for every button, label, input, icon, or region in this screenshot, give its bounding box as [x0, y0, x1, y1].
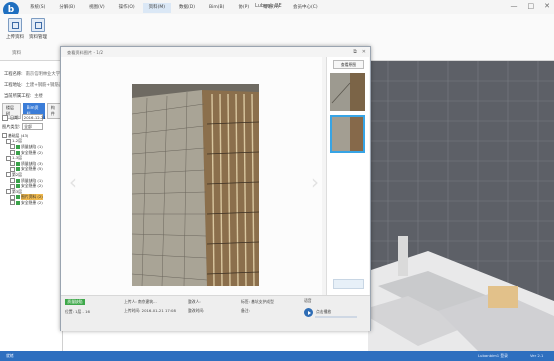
- status-bar: 就绪 Lubanbim1 登录 Ver 2.1: [0, 351, 554, 361]
- project-name-row: 工程名称: 南京信明林业大学综合: [4, 71, 69, 77]
- thumbnail-2-selected[interactable]: [330, 115, 365, 153]
- upload-doc-icon: [8, 18, 22, 32]
- maximize-icon[interactable]: □: [528, 2, 535, 10]
- project-name-key: 工程名称:: [4, 72, 23, 77]
- tree-node[interactable]: 安全隐患 (2): [2, 200, 43, 206]
- dialog-title: 查看资料图片 - 1/2: [67, 50, 104, 55]
- tree-checkbox[interactable]: [10, 161, 15, 167]
- tree-node-label: 安全隐患 (2): [21, 183, 43, 189]
- tree-checkbox[interactable]: [6, 155, 11, 161]
- label-field-text: 标签: 基坑支护成型: [241, 299, 274, 304]
- upload-doc-label: 上传资料: [6, 35, 24, 40]
- ribbon-group-label: 资料: [12, 51, 21, 56]
- date-filter-row: 日期: 2016-12-21: [2, 114, 46, 121]
- menu-item[interactable]: 系统(S): [24, 3, 51, 13]
- tree-node-label: 安全隐患 (2): [21, 149, 43, 155]
- tree-checkbox[interactable]: [2, 133, 7, 139]
- type-filter-row: 图片类型: 全部: [2, 123, 44, 130]
- date-filter-label: 日期:: [10, 114, 20, 120]
- status-left-text: 就绪: [6, 353, 14, 358]
- date-filter-input[interactable]: 2016-12-21: [21, 114, 46, 121]
- dialog-controls: ⧉ ✕: [353, 49, 366, 55]
- tree-checkbox[interactable]: [6, 172, 11, 178]
- menu-item[interactable]: 视图(V): [83, 3, 111, 13]
- current-project-value: 主楼: [34, 94, 43, 99]
- minimize-icon[interactable]: —: [511, 2, 518, 10]
- photo-area: ‹ ›: [61, 57, 322, 295]
- uploader-text: 上传人: 南京建筑...: [124, 299, 157, 304]
- remark-field-text: 备注:: [241, 308, 250, 313]
- tree-checkbox[interactable]: [10, 178, 15, 184]
- window-title: Lubanb BE: [255, 3, 282, 9]
- tree-category-icon: [16, 144, 20, 149]
- inspect-date-text: 整改时间:: [188, 308, 205, 313]
- tree-category-icon: [16, 161, 20, 166]
- menu-item[interactable]: 会员中心(C): [287, 3, 324, 13]
- menu-item[interactable]: 数据(D): [173, 3, 201, 13]
- tree-category-icon: [16, 150, 20, 155]
- doc-manage-icon: [31, 18, 45, 32]
- tree-node-label: 安全隐患 (5): [21, 166, 43, 172]
- status-version-text: Ver 2.1: [530, 353, 544, 358]
- audio-progress-bar[interactable]: [315, 316, 357, 318]
- close-icon[interactable]: ✕: [544, 2, 550, 10]
- tree-checkbox[interactable]: [6, 189, 11, 195]
- project-address-key: 工程地址:: [4, 83, 23, 88]
- type-filter-select[interactable]: 全部: [22, 123, 44, 130]
- tree-checkbox[interactable]: [10, 144, 15, 150]
- restore-icon[interactable]: ⧉: [353, 49, 357, 55]
- type-filter-label: 图片类型:: [2, 123, 21, 129]
- tree-category-icon: [16, 195, 20, 200]
- menu-item[interactable]: Bim(B): [203, 3, 230, 13]
- location-text: 位置: 1层 - 16: [65, 309, 90, 314]
- tree-checkbox[interactable]: [10, 194, 15, 200]
- upload-doc-button[interactable]: 上传资料: [4, 18, 26, 40]
- next-arrow-icon[interactable]: ›: [311, 170, 319, 194]
- prev-arrow-icon[interactable]: ‹: [69, 170, 77, 194]
- thumbnail-column: 查看原图: [326, 57, 369, 295]
- site-photo: [132, 84, 259, 286]
- play-icon[interactable]: [304, 308, 313, 317]
- model-grid-graphic: [368, 61, 554, 351]
- date-filter-checkbox[interactable]: [2, 114, 8, 121]
- menu-item[interactable]: 资料(M): [142, 3, 172, 13]
- tree-category-icon: [16, 200, 20, 205]
- menu-item[interactable]: 分解(B): [53, 3, 81, 13]
- thumbnail-1[interactable]: [330, 73, 365, 111]
- window-controls: — □ ✕: [511, 2, 551, 10]
- model-viewport[interactable]: [368, 61, 554, 351]
- dialog-close-icon[interactable]: ✕: [362, 49, 366, 55]
- status-badge: 质量缺陷: [65, 299, 85, 305]
- audio-label: 点击播放: [316, 309, 332, 314]
- title-bar: b 系统(S) 分解(B) 视图(V) 操作(O) 资料(M) 数据(D) Bim(B) 协(…: [0, 0, 554, 18]
- status-user-text: Lubanbim1 登录: [478, 353, 508, 358]
- project-address-row: 工程地址: 土建+钢筋+钢筋造量: [4, 82, 67, 88]
- upload-time-text: 上传时间: 2016-01-21 17:08: [124, 308, 176, 313]
- menu-item[interactable]: 协(P): [232, 3, 255, 13]
- audio-player: 语音 点击播放: [304, 298, 362, 325]
- inspector-text: 整改人:: [188, 299, 201, 304]
- photo-viewer-dialog: 查看资料图片 - 1/2 ⧉ ✕ ‹ › 查看原图 质量缺陷 位置: 1层 - …: [60, 46, 371, 331]
- tree-category-icon: [16, 167, 20, 172]
- tree-category-icon: [16, 178, 20, 183]
- tree-checkbox[interactable]: [10, 200, 15, 206]
- current-project-key: 当前所属工程:: [4, 94, 32, 99]
- current-project-row: 当前所属工程: 主楼: [4, 93, 43, 99]
- left-panel: 工程名称: 南京信明林业大学综合 工程地址: 土建+钢筋+钢筋造量 当前所属工程: 主…: [0, 61, 69, 351]
- thumbnail-action-button[interactable]: [333, 279, 364, 289]
- view-original-button[interactable]: 查看原图: [333, 60, 364, 69]
- tree-checkbox[interactable]: [6, 138, 11, 144]
- photo-info-bar: 质量缺陷 位置: 1层 - 16 上传人: 南京建筑... 上传时间: 2016…: [61, 295, 370, 331]
- audio-title: 语音: [304, 298, 312, 303]
- menu-item[interactable]: 操作(O): [113, 3, 141, 13]
- doc-tree: 基础层 (43) 1-2层 质量缺陷 (1) 安全隐患 (2) 1-3层 质量缺陷 (3)…: [2, 133, 43, 206]
- doc-manage-button[interactable]: 资料管理: [27, 18, 49, 40]
- tree-node-label: 安全隐患 (2): [21, 199, 43, 205]
- tree-category-icon: [16, 184, 20, 189]
- doc-manage-label: 资料管理: [29, 35, 47, 40]
